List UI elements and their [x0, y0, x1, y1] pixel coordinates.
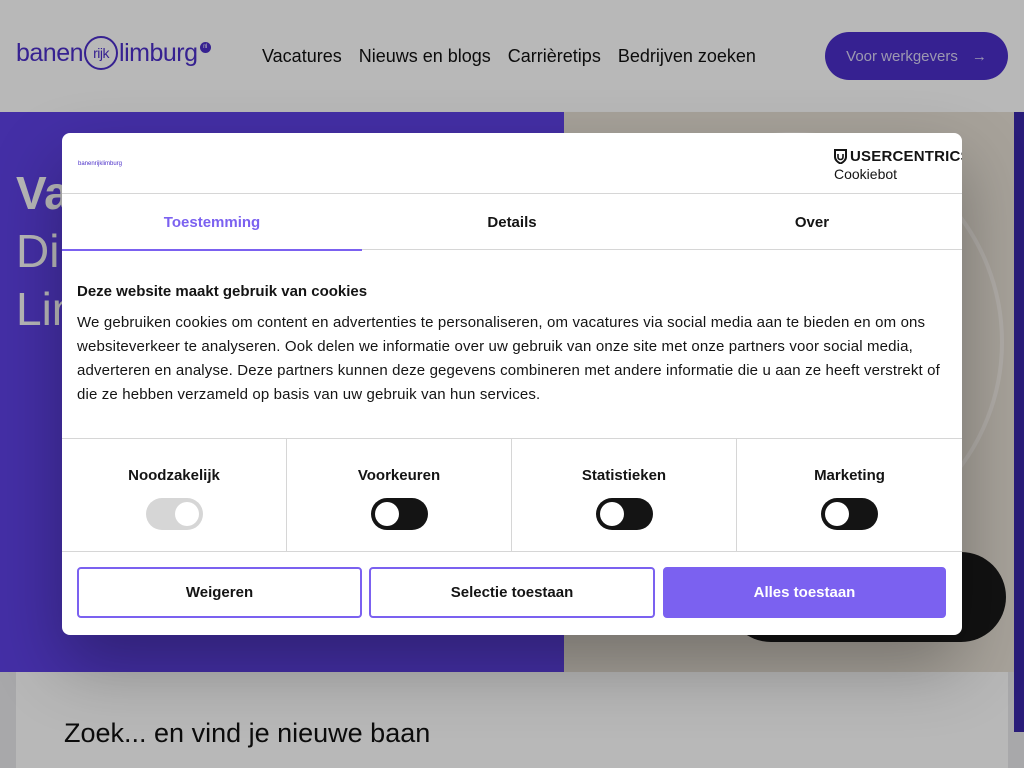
category-marketing: Marketing: [737, 439, 962, 552]
toggle-knob: [825, 502, 849, 526]
tab-over[interactable]: Over: [662, 194, 962, 250]
category-label: Noodzakelijk: [128, 467, 220, 484]
usercentrics-shield-icon: [834, 149, 847, 164]
category-statistieken: Statistieken: [512, 439, 737, 552]
cookiebot-name: Cookiebot: [834, 166, 898, 182]
usercentrics-name: USERCENTRICS: [850, 148, 962, 165]
toggle-statistieken[interactable]: [596, 498, 653, 530]
dialog-title: Deze website maakt gebruik van cookies: [77, 283, 368, 300]
allow-all-button[interactable]: Alles toestaan: [663, 567, 946, 618]
usercentrics-logo[interactable]: USERCENTRICS Cookiebot: [834, 148, 962, 182]
dialog-header: banenrijklimburg USERCENTRICS Cookiebot: [62, 133, 962, 194]
cookie-consent-dialog: banenrijklimburg USERCENTRICS Cookiebot …: [62, 133, 962, 635]
toggle-knob: [175, 502, 199, 526]
category-label: Marketing: [814, 467, 885, 484]
cookie-categories: Noodzakelijk Voorkeuren Statistieken Mar…: [62, 438, 962, 552]
toggle-marketing[interactable]: [821, 498, 878, 530]
decline-button[interactable]: Weigeren: [77, 567, 362, 618]
toggle-noodzakelijk: [146, 498, 203, 530]
category-noodzakelijk: Noodzakelijk: [62, 439, 287, 552]
dialog-description: We gebruiken cookies om content en adver…: [77, 314, 940, 403]
allow-selection-button[interactable]: Selectie toestaan: [369, 567, 655, 618]
dialog-site-logo: banenrijklimburg: [78, 161, 123, 167]
toggle-knob: [600, 502, 624, 526]
dialog-body: Deze website maakt gebruik van cookies W…: [77, 283, 947, 407]
usercentrics-wordmark: USERCENTRICS: [834, 148, 962, 165]
category-label: Voorkeuren: [357, 467, 441, 484]
tab-details[interactable]: Details: [362, 194, 662, 250]
category-voorkeuren: Voorkeuren: [287, 439, 512, 552]
category-label: Statistieken: [581, 467, 667, 484]
dialog-tabs: Toestemming Details Over: [62, 194, 962, 251]
toggle-voorkeuren[interactable]: [371, 498, 428, 530]
toggle-knob: [375, 502, 399, 526]
tab-toestemming[interactable]: Toestemming: [62, 194, 362, 251]
